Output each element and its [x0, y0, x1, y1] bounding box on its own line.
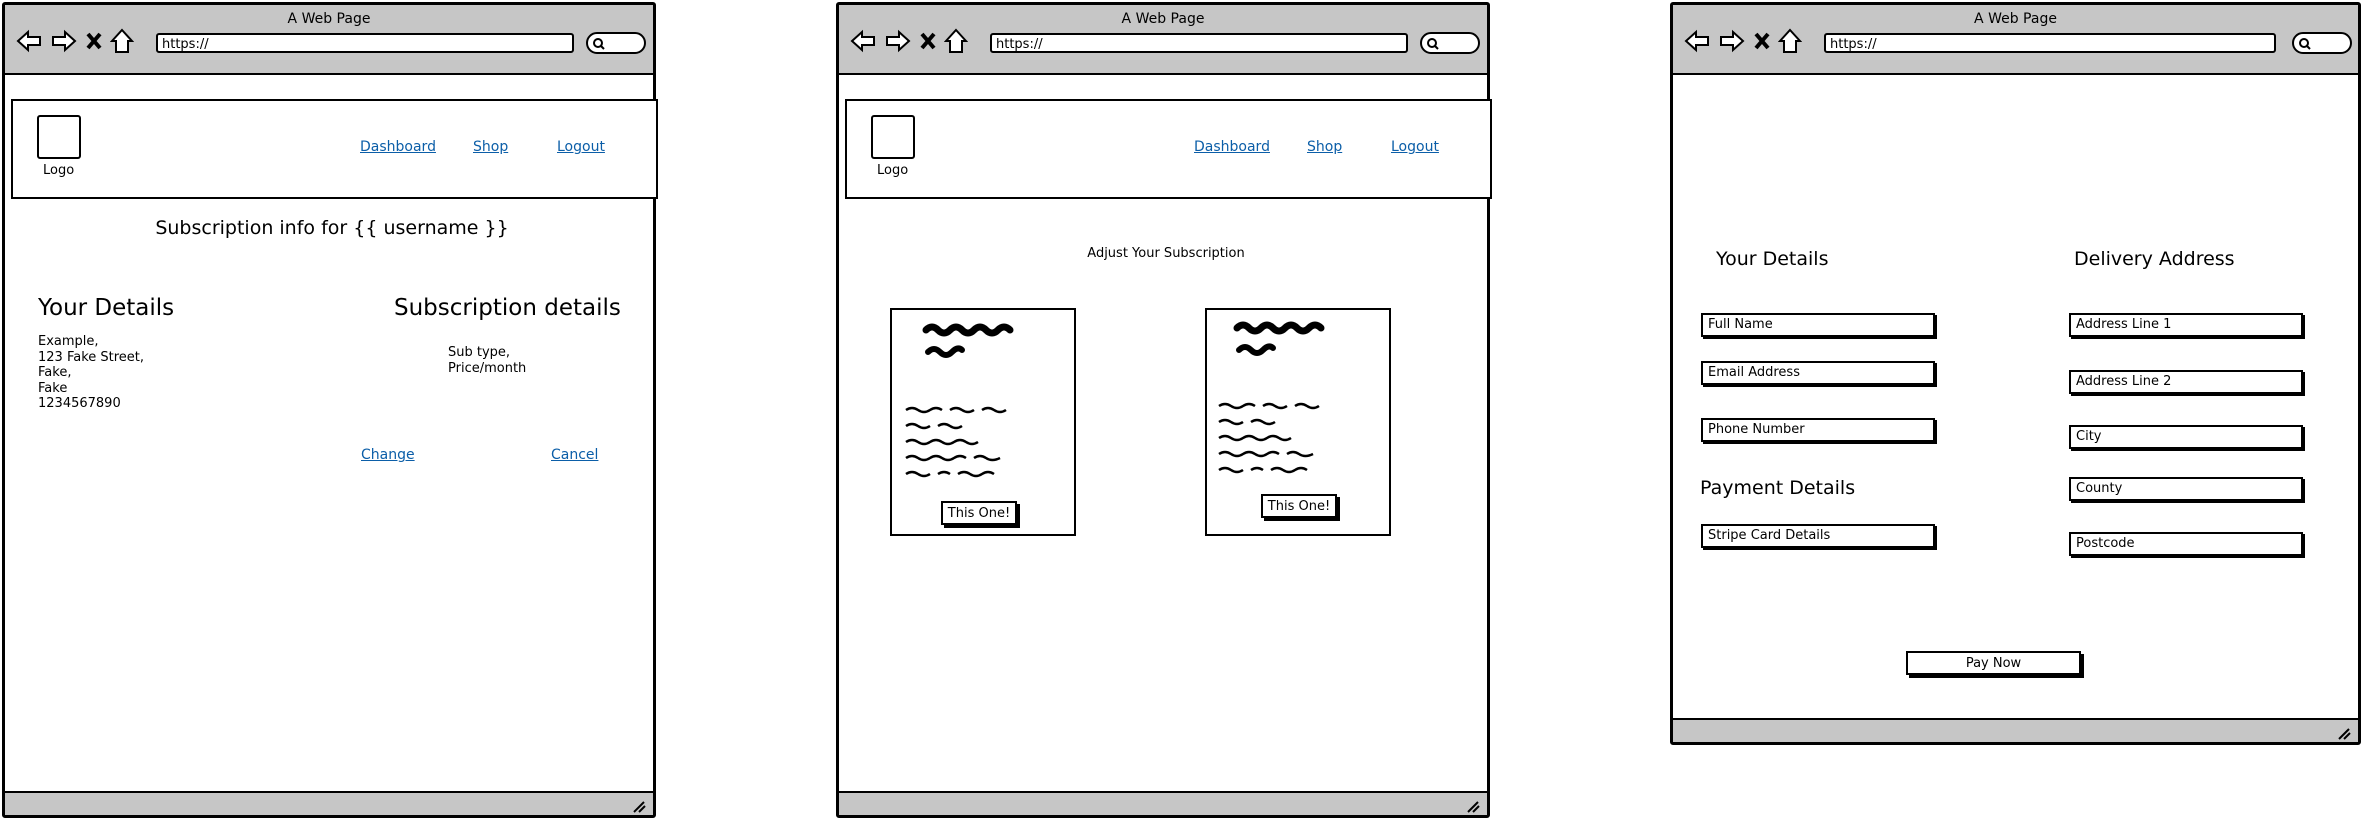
browser-window-adjust-subscription: A Web Page https:// Logo Dashboard Shop …: [836, 2, 1492, 818]
your-details-title: Your Details: [38, 295, 175, 321]
search-icon: [1427, 38, 1439, 50]
nav-link-dashboard[interactable]: Dashboard: [360, 139, 436, 155]
browser-window-subscription-info: A Web Page https:// Logo Dashboard Shop …: [2, 2, 658, 818]
detail-line: 1234567890: [38, 396, 121, 411]
subscription-option-card: This One!: [1205, 308, 1391, 536]
detail-line: Fake: [38, 380, 68, 396]
subscription-line: Sub type,: [448, 345, 511, 360]
browser-statusbar: [839, 791, 1487, 815]
logo-placeholder: [37, 115, 81, 159]
forward-arrow-icon[interactable]: [1718, 29, 1746, 53]
address-line-1-field[interactable]: Address Line 1: [2069, 313, 2303, 337]
payment-details-title: Payment Details: [1700, 477, 1856, 499]
email-field[interactable]: Email Address: [1701, 361, 1935, 385]
home-icon[interactable]: [944, 28, 968, 54]
browser-toolbar: A Web Page https://: [839, 5, 1487, 75]
forward-arrow-icon[interactable]: [884, 29, 912, 53]
postcode-field[interactable]: Postcode: [2069, 532, 2303, 556]
search-box[interactable]: [586, 32, 646, 54]
address-bar[interactable]: https://: [156, 33, 574, 53]
search-box[interactable]: [1420, 32, 1480, 54]
phone-field[interactable]: Phone Number: [1701, 418, 1935, 442]
city-field[interactable]: City: [2069, 425, 2303, 449]
window-title: A Web Page: [287, 11, 371, 27]
browser-toolbar: A Web Page https://: [1673, 5, 2358, 75]
detail-line: Fake,: [38, 365, 72, 380]
nav-link-shop[interactable]: Shop: [473, 139, 508, 155]
nav-link-logout[interactable]: Logout: [1391, 139, 1439, 155]
subscription-line: Price/month: [448, 360, 527, 376]
site-header: Logo Dashboard Shop Logout: [11, 99, 658, 199]
your-details-title: Your Details: [1716, 248, 1829, 270]
close-icon[interactable]: [919, 31, 937, 51]
search-icon: [593, 38, 605, 50]
back-arrow-icon[interactable]: [1683, 29, 1711, 53]
resize-grip-icon[interactable]: [2336, 726, 2352, 740]
nav-link-logout[interactable]: Logout: [557, 139, 605, 155]
window-title: A Web Page: [1121, 11, 1205, 27]
logo-label: Logo: [43, 163, 75, 178]
browser-statusbar: [5, 791, 653, 815]
delivery-address-title: Delivery Address: [2074, 248, 2235, 270]
pay-now-button[interactable]: Pay Now: [1906, 651, 2081, 675]
subscription-details-text: Sub type, Price/month: [448, 345, 526, 376]
back-arrow-icon[interactable]: [15, 29, 43, 53]
search-box[interactable]: [2292, 32, 2352, 54]
browser-toolbar: A Web Page https://: [5, 5, 653, 75]
change-link[interactable]: Change: [361, 447, 415, 463]
full-name-field[interactable]: Full Name: [1701, 313, 1935, 337]
your-details-text: Example, 123 Fake Street, Fake, Fake 123…: [38, 334, 144, 412]
scribble-text-icon: [905, 406, 1007, 478]
county-field[interactable]: County: [2069, 477, 2303, 501]
browser-window-checkout: A Web Page https:// Your Details Deliver…: [1670, 2, 2361, 745]
select-plan-button[interactable]: This One!: [941, 501, 1017, 525]
address-bar[interactable]: https://: [990, 33, 1408, 53]
logo-label: Logo: [877, 163, 909, 178]
window-title: A Web Page: [1974, 11, 2057, 27]
site-header: Logo Dashboard Shop Logout: [845, 99, 1492, 199]
home-icon[interactable]: [110, 28, 134, 54]
logo-placeholder: [871, 115, 915, 159]
resize-grip-icon[interactable]: [631, 799, 647, 813]
browser-statusbar: [1673, 718, 2358, 742]
close-icon[interactable]: [1753, 31, 1771, 51]
detail-line: 123 Fake Street,: [38, 349, 145, 365]
search-icon: [2299, 38, 2311, 50]
subscription-option-card: This One!: [890, 308, 1076, 536]
scribble-title-icon: [1233, 321, 1325, 356]
scribble-text-icon: [1218, 402, 1320, 474]
cancel-link[interactable]: Cancel: [551, 447, 598, 463]
select-plan-button[interactable]: This One!: [1261, 494, 1337, 518]
stripe-card-field[interactable]: Stripe Card Details: [1701, 524, 1935, 548]
page-heading: Adjust Your Subscription: [1087, 246, 1245, 261]
nav-link-dashboard[interactable]: Dashboard: [1194, 139, 1270, 155]
back-arrow-icon[interactable]: [849, 29, 877, 53]
scribble-title-icon: [922, 323, 1014, 358]
page-heading: Subscription info for {{ username }}: [155, 217, 509, 239]
resize-grip-icon[interactable]: [1465, 799, 1481, 813]
subscription-details-title: Subscription details: [394, 295, 621, 321]
close-icon[interactable]: [85, 31, 103, 51]
address-bar[interactable]: https://: [1824, 33, 2276, 53]
home-icon[interactable]: [1778, 28, 1802, 54]
forward-arrow-icon[interactable]: [50, 29, 78, 53]
address-line-2-field[interactable]: Address Line 2: [2069, 370, 2303, 394]
detail-line: Example,: [38, 334, 99, 349]
nav-link-shop[interactable]: Shop: [1307, 139, 1342, 155]
